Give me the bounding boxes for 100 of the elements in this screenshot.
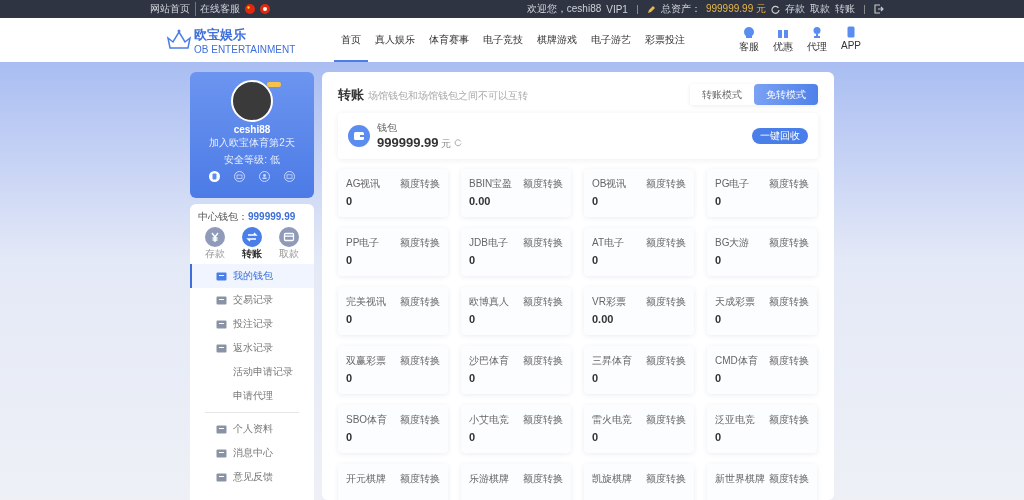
transfer-link[interactable]: 额度转换	[400, 295, 440, 309]
nav-tab[interactable]: 首页	[334, 18, 368, 62]
transfer-link[interactable]: 额度转换	[646, 236, 686, 250]
transfer-link[interactable]: 额度转换	[523, 177, 563, 191]
venue-balance: 0	[346, 313, 354, 325]
flag-icon[interactable]	[260, 4, 270, 14]
top-action-link[interactable]: 存款	[785, 2, 805, 16]
sidebar-item[interactable]: 意见反馈	[190, 465, 314, 489]
top-link[interactable]: 在线客服	[195, 2, 240, 16]
refresh-icon[interactable]	[771, 4, 780, 14]
venue-balance: 0	[715, 195, 723, 207]
venue-name: PG电子	[715, 177, 750, 191]
crown-logo-icon	[166, 28, 192, 52]
logout-icon[interactable]	[874, 4, 884, 14]
sidebar-item[interactable]: 返水记录	[190, 336, 314, 360]
venue-balance: 0	[715, 254, 723, 266]
venue-name: JDB电子	[469, 236, 508, 250]
nav-tab[interactable]: 彩票投注	[638, 18, 692, 62]
transfer-link[interactable]: 额度转换	[400, 236, 440, 250]
nav-tab[interactable]: 电子游艺	[584, 18, 638, 62]
shortcut-link[interactable]: APP	[838, 26, 864, 54]
sidebar-item[interactable]: 消息中心	[190, 441, 314, 465]
venue-balance: 0	[592, 372, 600, 384]
logo-tagline: OB ENTERTAINMENT	[194, 43, 296, 55]
mode-tab[interactable]: 免转模式	[754, 84, 818, 105]
venue-name: 泛亚电竞	[715, 413, 755, 427]
venue-name: AT电子	[592, 236, 625, 250]
transfer-link[interactable]: 额度转换	[646, 177, 686, 191]
transfer-link[interactable]: 额度转换	[646, 354, 686, 368]
wallet-label: 中心钱包：	[198, 211, 248, 222]
transfer-link[interactable]: 额度转换	[646, 413, 686, 427]
venue-balance: 0	[346, 372, 354, 384]
transfer-link[interactable]: 额度转换	[400, 472, 440, 486]
transfer-link[interactable]: 额度转换	[400, 354, 440, 368]
nav-tab[interactable]: 棋牌游戏	[530, 18, 584, 62]
transfer-link[interactable]: 额度转换	[769, 177, 809, 191]
venue-balance: 0	[592, 195, 600, 207]
vip-tag	[267, 82, 281, 87]
venue-name: PP电子	[346, 236, 380, 250]
menu-icon	[216, 447, 227, 459]
transfer-link[interactable]: 额度转换	[769, 295, 809, 309]
venue-balance: 0	[715, 372, 723, 384]
sidebar-item[interactable]: 投注记录	[190, 312, 314, 336]
venue-name: 乐游棋牌	[469, 472, 509, 486]
transfer-link[interactable]: 额度转换	[769, 236, 809, 250]
top-action-link[interactable]: 取款	[810, 2, 830, 16]
nav-tab[interactable]: 真人娱乐	[368, 18, 422, 62]
venue-name: SBO体育	[346, 413, 388, 427]
nav-tab[interactable]: 体育赛事	[422, 18, 476, 62]
top-action-link[interactable]: 转账	[835, 2, 855, 16]
menu-icon	[216, 342, 227, 354]
shortcut-link[interactable]: 代理	[804, 26, 830, 54]
sidebar-item[interactable]: 申请代理	[190, 384, 314, 408]
nav-tab[interactable]: 电子竞技	[476, 18, 530, 62]
venue-name: 小艾电竞	[469, 413, 509, 427]
shortcut-link[interactable]: 优惠	[770, 26, 796, 54]
venue-balance: 0	[469, 372, 477, 384]
wallet-label: 钱包	[377, 121, 398, 135]
transfer-link[interactable]: 额度转换	[400, 177, 440, 191]
logo-name: 欧宝娱乐	[194, 25, 247, 44]
transfer-link[interactable]: 额度转换	[523, 413, 563, 427]
venue-balance: 0	[469, 254, 477, 266]
mode-tab[interactable]: 转账模式	[690, 84, 754, 105]
venue-balance: 0	[469, 431, 477, 443]
venue-name: BG大游	[715, 236, 750, 250]
wallet-value: 999999.99	[248, 211, 296, 222]
transfer-link[interactable]: 额度转换	[523, 354, 563, 368]
sidebar-item[interactable]: 个人资料	[190, 417, 314, 441]
assets-value: 999999.99 元	[705, 2, 766, 16]
transfer-link[interactable]: 额度转换	[646, 472, 686, 486]
venue-balance: 0	[715, 431, 723, 443]
shortcut-link[interactable]: 客服	[736, 26, 762, 54]
card-icon[interactable]	[284, 171, 295, 182]
wallet-action-link[interactable]: 转账	[242, 227, 262, 261]
transfer-link[interactable]: 额度转换	[646, 295, 686, 309]
page-subtitle: 场馆钱包和场馆钱包之间不可以互转	[368, 88, 528, 103]
phone-icon[interactable]	[209, 171, 220, 182]
transfer-link[interactable]: 额度转换	[769, 413, 809, 427]
transfer-link[interactable]: 额度转换	[523, 236, 563, 250]
venue-name: 天成彩票	[715, 295, 755, 309]
venue-balance: 0	[346, 195, 354, 207]
top-link[interactable]: 网站首页	[150, 2, 190, 16]
transfer-link[interactable]: 额度转换	[523, 472, 563, 486]
user-icon[interactable]	[259, 171, 270, 182]
transfer-link[interactable]: 额度转换	[769, 472, 809, 486]
sidebar-item[interactable]: 活动申请记录	[190, 360, 314, 384]
venue-name: 新世界棋牌	[715, 472, 765, 486]
sidebar-item[interactable]: 交易记录	[190, 288, 314, 312]
transfer-link[interactable]: 额度转换	[523, 295, 563, 309]
venue-name: 完美视讯	[346, 295, 386, 309]
flag-icon[interactable]	[245, 4, 255, 14]
venue-name: 欧博真人	[469, 295, 509, 309]
venue-name: CMD体育	[715, 354, 758, 368]
recall-button[interactable]: 一键回收	[752, 128, 808, 144]
menu-icon	[216, 471, 227, 483]
assets-label: 总资产：	[660, 2, 701, 16]
transfer-link[interactable]: 额度转换	[769, 354, 809, 368]
transfer-link[interactable]: 额度转换	[400, 413, 440, 427]
security-level: 安全等级: 低	[224, 153, 280, 167]
sidebar-item[interactable]: 我的钱包	[190, 264, 314, 288]
